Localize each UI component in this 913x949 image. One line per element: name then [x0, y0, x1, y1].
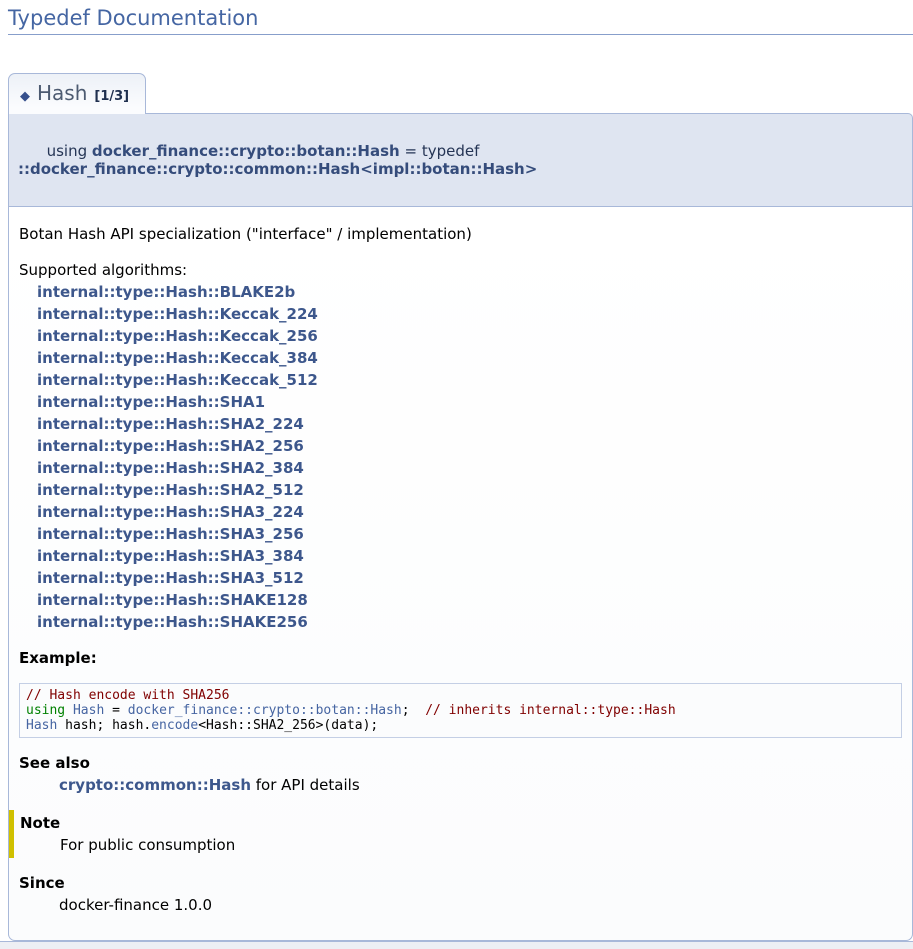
algorithm-link[interactable]: internal::type::Hash::Keccak_256: [37, 327, 318, 345]
algorithm-line: internal::type::Hash::BLAKE2b: [37, 281, 902, 303]
member-name: Hash: [37, 81, 87, 105]
algorithm-link[interactable]: internal::type::Hash::SHA1: [37, 393, 265, 411]
member-prototype: using docker_finance::crypto::botan::Has…: [8, 113, 913, 207]
decl-connector: = typedef: [400, 142, 484, 160]
algorithm-link[interactable]: internal::type::Hash::SHA2_512: [37, 481, 304, 499]
since-section: Since docker-finance 1.0.0: [19, 872, 902, 916]
code-link[interactable]: Hash: [26, 718, 57, 733]
note-text: For public consumption: [60, 834, 902, 856]
code-token-comment: // Hash encode with SHA256: [26, 688, 230, 703]
member-description: Botan Hash API specialization ("interfac…: [19, 223, 902, 245]
algorithm-line: internal::type::Hash::SHA2_256: [37, 435, 902, 457]
code-link[interactable]: Hash: [73, 703, 104, 718]
algorithm-line: internal::type::Hash::SHA2_384: [37, 457, 902, 479]
algorithm-line: internal::type::Hash::SHA3_512: [37, 567, 902, 589]
algorithm-list: internal::type::Hash::BLAKE2binternal::t…: [19, 281, 902, 633]
decl-value-link[interactable]: ::docker_finance::crypto::common::Hash<i…: [18, 160, 537, 178]
supported-algorithms-label: Supported algorithms:: [19, 261, 187, 279]
supported-algorithms-block: Supported algorithms: internal::type::Ha…: [19, 259, 902, 633]
code-token-plain: ;: [402, 703, 425, 718]
algorithm-line: internal::type::Hash::Keccak_256: [37, 325, 902, 347]
algorithm-line: internal::type::Hash::SHA3_224: [37, 501, 902, 523]
code-fragment: // Hash encode with SHA256using Hash = d…: [19, 683, 902, 738]
code-line: // Hash encode with SHA256: [26, 688, 895, 703]
algorithm-line: internal::type::Hash::SHA1: [37, 391, 902, 413]
code-token-keyword: using: [26, 703, 73, 718]
member-item-hash: ◆Hash[1/3] using docker_finance::crypto:…: [8, 35, 913, 941]
member-documentation: Botan Hash API specialization ("interfac…: [8, 207, 913, 941]
algorithm-link[interactable]: internal::type::Hash::SHA2_384: [37, 459, 304, 477]
note-label: Note: [20, 812, 902, 834]
since-label: Since: [19, 872, 902, 894]
algorithm-link[interactable]: internal::type::Hash::SHA3_256: [37, 525, 304, 543]
algorithm-link[interactable]: internal::type::Hash::BLAKE2b: [37, 283, 295, 301]
see-also-label: See also: [19, 752, 902, 774]
typedef-documentation-section: Typedef Documentation ◆ Hash [1/3] using d…: [0, 0, 913, 941]
algorithm-link[interactable]: internal::type::Hash::SHA2_256: [37, 437, 304, 455]
algorithm-line: internal::type::Hash::SHAKE256: [37, 611, 902, 633]
algorithm-line: internal::type::Hash::Keccak_384: [37, 347, 902, 369]
algorithm-line: internal::type::Hash::SHAKE128: [37, 589, 902, 611]
member-title-tab: ◆ Hash [1/3]: [8, 73, 146, 114]
code-token-comment: // inherits internal::type::Hash: [425, 703, 675, 718]
see-also-content: crypto::common::Hash for API details: [59, 774, 902, 796]
overload-index: [1/3]: [94, 89, 129, 104]
next-member-top-edge: [0, 941, 913, 949]
example-label: Example:: [19, 647, 902, 669]
since-text: docker-finance 1.0.0: [59, 894, 902, 916]
algorithm-link[interactable]: internal::type::Hash::SHA2_224: [37, 415, 304, 433]
algorithm-line: internal::type::Hash::SHA2_224: [37, 413, 902, 435]
algorithm-line: internal::type::Hash::Keccak_512: [37, 369, 902, 391]
algorithm-link[interactable]: internal::type::Hash::SHAKE128: [37, 591, 308, 609]
see-also-text: for API details: [251, 776, 360, 794]
algorithm-link[interactable]: internal::type::Hash::SHA3_512: [37, 569, 304, 587]
permalink-diamond-icon[interactable]: ◆: [20, 89, 30, 104]
code-token-plain: <Hash::SHA2_256>(data);: [198, 718, 378, 733]
code-link[interactable]: docker_finance::crypto::botan::Hash: [128, 703, 402, 718]
algorithm-line: internal::type::Hash::SHA3_256: [37, 523, 902, 545]
code-token-plain: =: [104, 703, 127, 718]
see-also-section: See also crypto::common::Hash for API de…: [19, 752, 902, 796]
code-line: Hash hash; hash.encode<Hash::SHA2_256>(d…: [26, 718, 895, 733]
code-line: using Hash = docker_finance::crypto::bot…: [26, 703, 895, 718]
algorithm-link[interactable]: internal::type::Hash::SHA3_224: [37, 503, 304, 521]
algorithm-link[interactable]: internal::type::Hash::Keccak_384: [37, 349, 318, 367]
decl-keyword: using: [47, 142, 92, 160]
code-link[interactable]: encode: [151, 718, 198, 733]
note-section: Note For public consumption: [9, 810, 902, 858]
decl-name-link[interactable]: docker_finance::crypto::botan::Hash: [92, 142, 400, 160]
algorithm-link[interactable]: internal::type::Hash::Keccak_512: [37, 371, 318, 389]
algorithm-line: internal::type::Hash::SHA3_384: [37, 545, 902, 567]
algorithm-link[interactable]: internal::type::Hash::Keccak_224: [37, 305, 318, 323]
algorithm-link[interactable]: internal::type::Hash::SHAKE256: [37, 613, 308, 631]
algorithm-link[interactable]: internal::type::Hash::SHA3_384: [37, 547, 304, 565]
algorithm-line: internal::type::Hash::Keccak_224: [37, 303, 902, 325]
page-title: Typedef Documentation: [8, 0, 913, 35]
code-token-plain: hash; hash.: [57, 718, 151, 733]
algorithm-line: internal::type::Hash::SHA2_512: [37, 479, 902, 501]
see-also-link[interactable]: crypto::common::Hash: [59, 776, 251, 794]
